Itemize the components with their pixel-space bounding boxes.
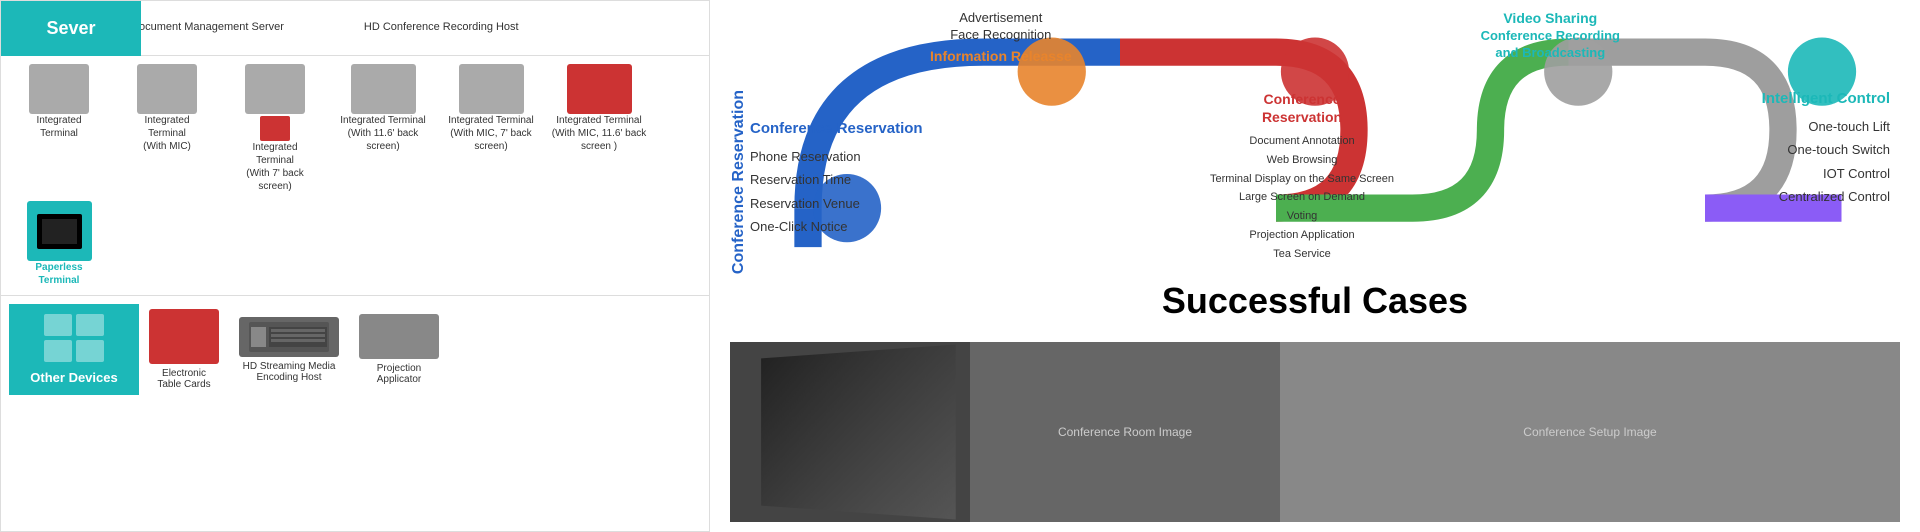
center-item-5: Voting [1210, 207, 1394, 226]
device-integrated-7back: IntegratedTerminal(With 7' backscreen) [225, 64, 325, 193]
center-item-2: Web Browsing [1210, 151, 1394, 170]
image-placeholder-3: Conference Setup Image [1280, 342, 1900, 522]
device-icon-2 [137, 64, 197, 114]
center-item-1: Document Annotation [1210, 132, 1394, 151]
other-devices-icon-1 [44, 314, 72, 336]
right-item-1: One-touch Lift [1762, 115, 1890, 138]
left-items-list: Phone Reservation Reservation Time Reser… [750, 145, 923, 239]
device-label-4: Integrated Terminal(With 11.6' backscree… [340, 114, 425, 153]
other-device-projection: ProjectionApplicator [359, 314, 439, 385]
device-paperless-terminal: PaperlessTerminal [9, 201, 109, 287]
device-integrated-terminal: IntegratedTerminal [9, 64, 109, 140]
other-devices-label: Other Devices [30, 370, 117, 385]
other-devices-icon-2 [76, 314, 104, 336]
device-label-1: IntegratedTerminal [36, 114, 81, 140]
center-item-7: Tea Service [1210, 245, 1394, 264]
right-control-area: Intelligent Control One-touch Lift One-t… [1762, 90, 1890, 209]
left-item-2: Reservation Time [750, 168, 923, 191]
other-device-label-1: ElectronicTable Cards [157, 368, 210, 390]
other-device-label-2: HD Streaming MediaEncoding Host [243, 361, 336, 383]
device-integrated-mic-11back: Integrated Terminal(With MIC, 11.6' back… [549, 64, 649, 153]
device-label-5: Integrated Terminal(With MIC, 7' backscr… [448, 114, 533, 153]
top-right-area: Video Sharing Conference Recordingand Br… [1481, 10, 1620, 62]
image-placeholder-2: Conference Room Image [970, 342, 1280, 522]
device-label-6: Integrated Terminal(With MIC, 11.6' back… [552, 114, 647, 153]
advertisement-label: Advertisement [930, 10, 1072, 25]
device-label-7: PaperlessTerminal [35, 261, 82, 287]
device-label-3: IntegratedTerminal(With 7' backscreen) [246, 141, 303, 193]
right-items-list: One-touch Lift One-touch Switch IOT Cont… [1762, 115, 1890, 209]
conf-recording-label: Conference Recordingand Broadcasting [1481, 28, 1620, 62]
images-section: Conference Room Image Conference Setup I… [730, 342, 1900, 522]
device-integrated-terminal-mic: IntegratedTerminal(With MIC) [117, 64, 217, 153]
conf-reservation-vertical: Conference Reservation [730, 90, 748, 274]
center-item-6: Projection Application [1210, 226, 1394, 245]
other-devices-icon-4 [76, 340, 104, 362]
main-container: Sever Intelligent Conference Document Ma… [0, 0, 1920, 532]
right-item-2: One-touch Switch [1762, 138, 1890, 161]
center-items: Document Annotation Web Browsing Termina… [1210, 132, 1394, 263]
left-conf-items: Conference Reservation Phone Reservation… [750, 120, 923, 239]
left-item-4: One-Click Notice [750, 215, 923, 238]
other-device-encoding: HD Streaming MediaEncoding Host [239, 317, 339, 383]
device-integrated-11back: Integrated Terminal(With 11.6' backscree… [333, 64, 433, 153]
left-item-3: Reservation Venue [750, 192, 923, 215]
left-item-1: Phone Reservation [750, 145, 923, 168]
right-item-4: Centralized Control [1762, 185, 1890, 208]
info-release-label: Information Releasse [930, 48, 1072, 64]
video-sharing-label: Video Sharing [1481, 10, 1620, 26]
conf-reservation-title: Conference Reservation [750, 120, 923, 137]
device-icon-1 [29, 64, 89, 114]
intelligent-control-label: Intelligent Control [1762, 90, 1890, 107]
right-item-3: IOT Control [1762, 162, 1890, 185]
other-devices-box: Other Devices [9, 304, 139, 395]
other-devices-icon-3 [44, 340, 72, 362]
center-conf-label: ConferenceReservation [1210, 90, 1394, 126]
top-item-2: HD Conference Recording Host [364, 20, 519, 35]
top-center-area: Advertisement Face Recognition Informati… [930, 10, 1072, 64]
other-devices-items: ElectronicTable Cards [149, 304, 439, 395]
center-conf-area: ConferenceReservation Document Annotatio… [1210, 90, 1394, 263]
image-placeholder-1 [730, 342, 970, 522]
device-integrated-mic-7back: Integrated Terminal(With MIC, 7' backscr… [441, 64, 541, 153]
left-panel: Sever Intelligent Conference Document Ma… [0, 0, 710, 532]
diagram-area: Conference Reservation Conference Reserv… [730, 10, 1900, 260]
face-recognition-label: Face Recognition [930, 27, 1072, 42]
server-label: Sever [1, 1, 141, 56]
other-device-label-3: ProjectionApplicator [377, 363, 421, 385]
right-panel: Conference Reservation Conference Reserv… [710, 0, 1920, 532]
center-item-3: Terminal Display on the Same Screen [1210, 170, 1394, 189]
center-item-4: Large Screen on Demand [1210, 188, 1394, 207]
device-label-2: IntegratedTerminal(With MIC) [143, 114, 191, 153]
other-device-table-cards: ElectronicTable Cards [149, 309, 219, 390]
successful-cases-title: Successful Cases [730, 260, 1900, 342]
